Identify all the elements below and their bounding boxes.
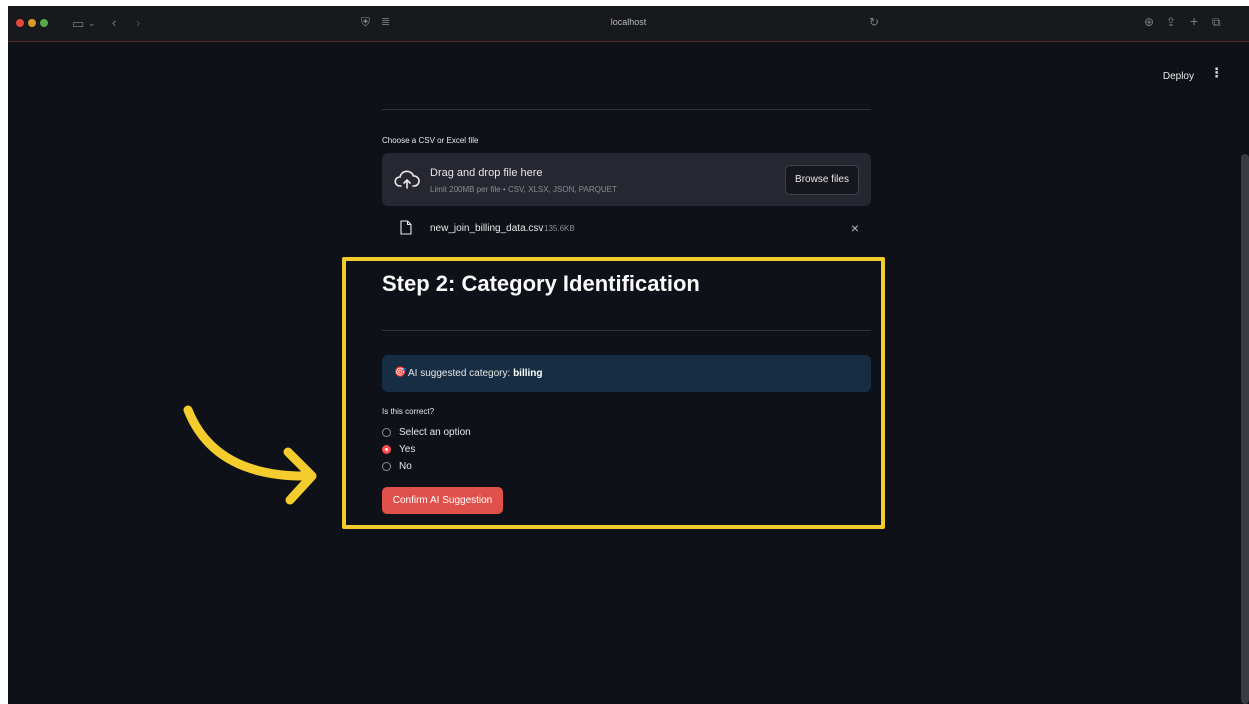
download-icon[interactable]: ⊕ (1144, 16, 1154, 29)
file-uploader-label: Choose a CSV or Excel file (382, 136, 479, 145)
scrollbar[interactable] (1241, 154, 1249, 704)
annotation-arrow-icon (183, 405, 317, 505)
dropzone-subtitle: Limit 200MB per file • CSV, XLSX, JSON, … (430, 185, 617, 194)
share-icon[interactable]: ⇪ (1166, 16, 1176, 29)
deploy-button[interactable]: Deploy (1157, 68, 1200, 85)
address-bar-url[interactable]: localhost (8, 17, 1249, 27)
tabs-overview-icon[interactable]: ⧉ (1212, 16, 1221, 29)
reload-icon[interactable]: ↻ (869, 16, 879, 29)
uploaded-file-name: new_join_billing_data.csv (430, 223, 544, 234)
browse-files-button[interactable]: Browse files (785, 165, 859, 195)
section-divider (382, 109, 871, 110)
highlight-box (342, 257, 885, 529)
uploaded-file-size: 135.6KB (544, 224, 575, 233)
remove-file-icon[interactable]: × (851, 220, 859, 236)
dropzone-title: Drag and drop file here (430, 167, 543, 179)
uploaded-file-row: new_join_billing_data.csv 135.6KB × (382, 218, 871, 244)
file-dropzone[interactable]: Drag and drop file here Limit 200MB per … (382, 153, 871, 206)
cloud-upload-icon (394, 170, 420, 189)
main-menu-icon[interactable]: ⋮ (1210, 65, 1223, 81)
file-icon (400, 220, 412, 235)
new-tab-icon[interactable]: + (1190, 14, 1198, 28)
browser-titlebar: ▭ ⌄ ‹ › ⛨ ≣ localhost ↻ ⊕ ⇪ + ⧉ (8, 6, 1249, 42)
